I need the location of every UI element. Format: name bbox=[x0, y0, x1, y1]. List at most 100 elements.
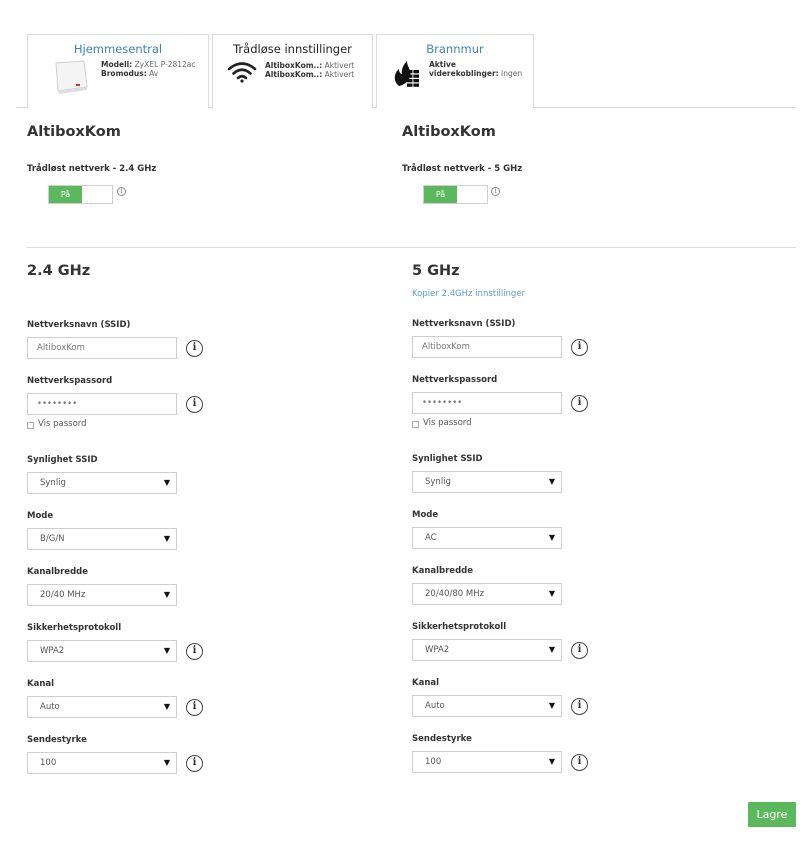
tab-tradlose-title: Trådløse innstillinger bbox=[233, 42, 352, 56]
ssid-visibility-label-5: Synlighet SSID bbox=[412, 454, 483, 464]
dropdown-arrow-icon[interactable]: ▼ bbox=[549, 752, 555, 772]
mode-label-24: Mode bbox=[27, 511, 54, 521]
ssid-visibility-select-24[interactable]: Synlig ▼ bbox=[27, 472, 177, 494]
tab-tradlose-info: AltiboxKom..: Aktivert AltiboxKom..: Akt… bbox=[265, 61, 355, 79]
password-value: •••••••• bbox=[422, 398, 463, 408]
info-icon[interactable]: i bbox=[491, 187, 500, 196]
info-icon[interactable]: i bbox=[186, 699, 203, 716]
channel-width-value: 20/40/80 MHz bbox=[425, 589, 485, 599]
channel-value: Auto bbox=[40, 702, 60, 712]
security-protocol-select-5[interactable]: WPA2 ▼ bbox=[412, 639, 562, 661]
show-password-checkbox-5[interactable] bbox=[412, 421, 419, 428]
password-input-5[interactable]: •••••••• bbox=[412, 392, 562, 414]
show-password-label[interactable]: Vis passord bbox=[38, 419, 87, 429]
channel-width-select-24[interactable]: 20/40 MHz ▼ bbox=[27, 584, 177, 606]
channel-width-select-5[interactable]: 20/40/80 MHz ▼ bbox=[412, 583, 562, 605]
ssid-visibility-value: Synlig bbox=[40, 478, 66, 488]
info-icon[interactable]: i bbox=[571, 642, 588, 659]
tab-tradlose-innstillinger[interactable]: Trådløse innstillinger AltiboxKom..: Akt… bbox=[212, 34, 373, 109]
password-input-24[interactable]: •••••••• bbox=[27, 393, 177, 415]
channel-select-5[interactable]: Auto ▼ bbox=[412, 695, 562, 717]
ssid-title-24: AltiboxKom bbox=[27, 124, 121, 140]
security-protocol-label-24: Sikkerhetsprotokoll bbox=[27, 623, 122, 633]
tab-hjemmesentral[interactable]: Hjemmesentral Modell: ZyXEL P-2812ac Bro… bbox=[27, 34, 209, 108]
channel-select-24[interactable]: Auto ▼ bbox=[27, 696, 177, 718]
transmit-power-label-5: Sendestyrke bbox=[412, 734, 472, 744]
copy-settings-link[interactable]: Kopier 2.4GHz innstillinger bbox=[412, 289, 525, 299]
dropdown-arrow-icon[interactable]: ▼ bbox=[164, 585, 170, 605]
security-protocol-value: WPA2 bbox=[425, 645, 450, 655]
security-protocol-value: WPA2 bbox=[40, 646, 65, 656]
security-protocol-label-5: Sikkerhetsprotokoll bbox=[412, 622, 507, 632]
wifi-5-toggle[interactable]: På bbox=[423, 185, 488, 204]
transmit-power-label-24: Sendestyrke bbox=[27, 735, 87, 745]
transmit-power-select-24[interactable]: 100 ▼ bbox=[27, 752, 177, 774]
channel-value: Auto bbox=[425, 701, 445, 711]
tab-hjemmesentral-title[interactable]: Hjemmesentral bbox=[28, 42, 208, 56]
transmit-power-value: 100 bbox=[425, 757, 442, 767]
toggle-on-label: På bbox=[424, 186, 457, 203]
dropdown-arrow-icon[interactable]: ▼ bbox=[164, 753, 170, 773]
info-icon[interactable]: i bbox=[186, 755, 203, 772]
info-icon[interactable]: i bbox=[186, 396, 203, 413]
dropdown-arrow-icon[interactable]: ▼ bbox=[549, 472, 555, 492]
info-icon[interactable]: i bbox=[186, 643, 203, 660]
tab-hjemmesentral-info: Modell: ZyXEL P-2812ac Bromodus: Av bbox=[101, 60, 196, 78]
ssid-value: AltiboxKom bbox=[37, 343, 85, 353]
info-icon[interactable]: i bbox=[117, 187, 126, 196]
wifi-icon bbox=[227, 61, 257, 87]
dropdown-arrow-icon[interactable]: ▼ bbox=[549, 640, 555, 660]
ssid-input-24[interactable]: AltiboxKom bbox=[27, 337, 177, 359]
info-icon[interactable]: i bbox=[186, 340, 203, 357]
ssid-visibility-value: Synlig bbox=[425, 477, 451, 487]
info-icon[interactable]: i bbox=[571, 698, 588, 715]
router-image bbox=[50, 57, 90, 95]
password-label-24: Nettverkspassord bbox=[27, 376, 113, 386]
ssid-label-24: Nettverksnavn (SSID) bbox=[27, 320, 131, 330]
ssid-value: AltiboxKom bbox=[422, 342, 470, 352]
password-label-5: Nettverkspassord bbox=[412, 375, 498, 385]
network-label-24: Trådløst nettverk - 2.4 GHz bbox=[27, 164, 157, 174]
show-password-label[interactable]: Vis passord bbox=[423, 418, 472, 428]
ssid-title-5: AltiboxKom bbox=[402, 124, 496, 140]
wifi-24-toggle[interactable]: På bbox=[48, 185, 113, 204]
security-protocol-select-24[interactable]: WPA2 ▼ bbox=[27, 640, 177, 662]
dropdown-arrow-icon[interactable]: ▼ bbox=[164, 697, 170, 717]
tab-brannmur-info: Aktive viderekoblinger: Ingen bbox=[429, 60, 523, 78]
dropdown-arrow-icon[interactable]: ▼ bbox=[549, 584, 555, 604]
info-icon[interactable]: i bbox=[571, 754, 588, 771]
mode-value: AC bbox=[425, 533, 437, 543]
ssid-visibility-select-5[interactable]: Synlig ▼ bbox=[412, 471, 562, 493]
mode-value: B/G/N bbox=[40, 534, 65, 544]
band-title-5: 5 GHz bbox=[412, 263, 460, 279]
tab-brannmur[interactable]: Brannmur Aktive viderekoblinger: Ingen bbox=[376, 34, 534, 108]
save-button[interactable]: Lagre bbox=[748, 802, 796, 827]
dropdown-arrow-icon[interactable]: ▼ bbox=[164, 529, 170, 549]
section-divider bbox=[27, 247, 796, 248]
mode-label-5: Mode bbox=[412, 510, 439, 520]
info-icon[interactable]: i bbox=[571, 395, 588, 412]
info-icon[interactable]: i bbox=[571, 339, 588, 356]
channel-label-24: Kanal bbox=[27, 679, 55, 689]
tab-brannmur-title[interactable]: Brannmur bbox=[377, 42, 533, 56]
ssid-input-5[interactable]: AltiboxKom bbox=[412, 336, 562, 358]
channel-label-5: Kanal bbox=[412, 678, 440, 688]
network-label-5: Trådløst nettverk - 5 GHz bbox=[402, 164, 523, 174]
ssid-visibility-label-24: Synlighet SSID bbox=[27, 455, 98, 465]
show-password-checkbox-24[interactable] bbox=[27, 422, 34, 429]
transmit-power-value: 100 bbox=[40, 758, 57, 768]
password-value: •••••••• bbox=[37, 399, 78, 409]
channel-width-value: 20/40 MHz bbox=[40, 590, 86, 600]
ssid-label-5: Nettverksnavn (SSID) bbox=[412, 319, 516, 329]
channel-width-label-24: Kanalbredde bbox=[27, 567, 88, 577]
transmit-power-select-5[interactable]: 100 ▼ bbox=[412, 751, 562, 773]
dropdown-arrow-icon[interactable]: ▼ bbox=[549, 528, 555, 548]
firewall-icon bbox=[392, 60, 420, 92]
channel-width-label-5: Kanalbredde bbox=[412, 566, 473, 576]
mode-select-5[interactable]: AC ▼ bbox=[412, 527, 562, 549]
toggle-on-label: På bbox=[49, 186, 82, 203]
dropdown-arrow-icon[interactable]: ▼ bbox=[164, 473, 170, 493]
dropdown-arrow-icon[interactable]: ▼ bbox=[164, 641, 170, 661]
dropdown-arrow-icon[interactable]: ▼ bbox=[549, 696, 555, 716]
mode-select-24[interactable]: B/G/N ▼ bbox=[27, 528, 177, 550]
